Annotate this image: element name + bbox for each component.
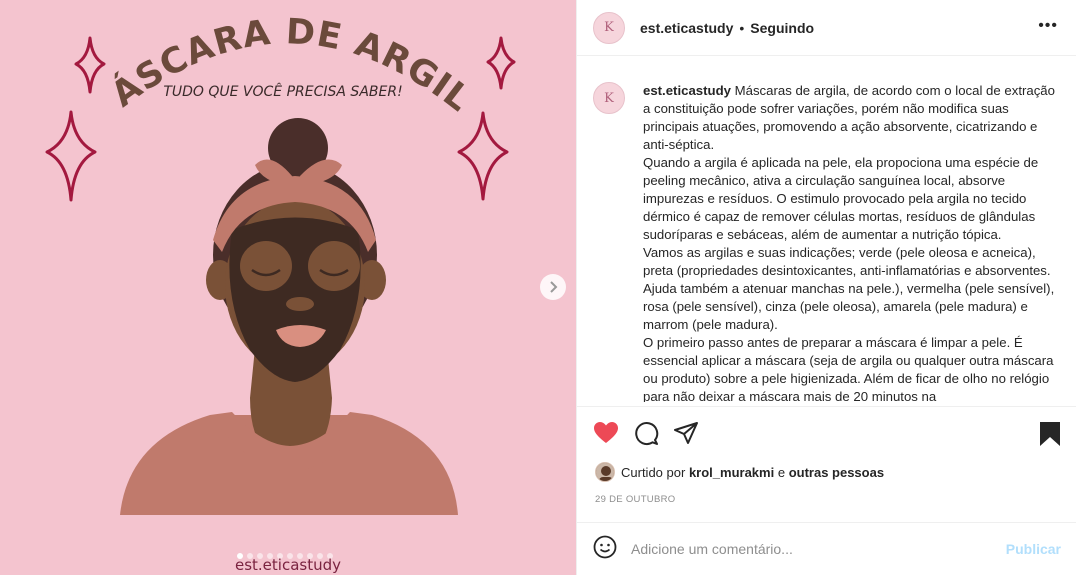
- caption-username[interactable]: est.eticastudy: [643, 83, 731, 98]
- person-avatar-icon: [596, 463, 614, 481]
- sparkle-icon: [74, 36, 106, 94]
- likes-prefix: Curtido por: [621, 464, 686, 480]
- like-button[interactable]: [593, 421, 619, 450]
- follow-status-button[interactable]: Seguindo: [750, 20, 814, 36]
- comment-button[interactable]: [634, 421, 659, 451]
- more-options-icon[interactable]: •••: [1038, 17, 1058, 35]
- likes-summary: Curtido por krol_murakmi e outras pessoa…: [595, 462, 884, 482]
- bookmark-filled-icon: [1040, 422, 1060, 446]
- sparkle-icon: [457, 111, 509, 201]
- post-date[interactable]: 29 DE OUTUBRO: [595, 494, 675, 505]
- post-side-panel: K est.eticastudy • Seguindo ••• K est.et…: [576, 0, 1076, 575]
- share-button[interactable]: [674, 421, 699, 450]
- comment-bar: Publicar: [577, 522, 1076, 575]
- post-illustration: MÁSCARA DE ARGILA TUDO QUE VOCÊ PRECISA …: [0, 0, 516, 515]
- emoji-icon: [593, 535, 617, 558]
- caption-paragraph: Vamos as argilas e suas indicações; verd…: [643, 245, 1055, 332]
- image-subtitle: TUDO QUE VOCÊ PRECISA SABER!: [163, 82, 402, 100]
- post-header: K est.eticastudy • Seguindo •••: [577, 0, 1076, 56]
- sparkle-icon: [45, 110, 97, 202]
- likes-conjunction: e: [777, 464, 786, 480]
- action-bar: [577, 406, 1076, 458]
- caption-paragraph: O primeiro passo antes de preparar a más…: [643, 335, 1054, 402]
- caption-text: est.eticastudy Máscaras de argila, de ac…: [643, 72, 1063, 402]
- save-button[interactable]: [1039, 421, 1061, 452]
- liker-avatar[interactable]: [595, 462, 615, 482]
- caption-avatar[interactable]: K: [593, 82, 625, 114]
- image-title: MÁSCARA DE ARGILA: [0, 0, 478, 120]
- image-title-path: MÁSCARA DE ARGILA: [0, 0, 477, 120]
- image-watermark: est.eticastudy: [234, 556, 341, 574]
- chevron-right-icon: [550, 281, 558, 293]
- header-separator: •: [739, 19, 745, 36]
- sparkle-icon: [486, 36, 516, 90]
- heart-filled-icon: [594, 422, 618, 443]
- caption-paragraph: Quando a argila é aplicada na pele, ela …: [643, 155, 1039, 242]
- caption-scroll-area[interactable]: K est.eticastudy Máscaras de argila, de …: [593, 72, 1063, 402]
- header-username[interactable]: est.eticastudy: [640, 20, 733, 36]
- share-icon: [674, 422, 698, 444]
- carousel-next-button[interactable]: [540, 274, 566, 300]
- liker-username[interactable]: krol_murakmi: [689, 465, 774, 480]
- likes-others-link[interactable]: outras pessoas: [789, 465, 884, 480]
- emoji-button[interactable]: [593, 535, 617, 564]
- publish-button[interactable]: Publicar: [1006, 541, 1061, 557]
- post-image[interactable]: MÁSCARA DE ARGILA TUDO QUE VOCÊ PRECISA …: [0, 0, 576, 575]
- avatar[interactable]: K: [593, 11, 625, 44]
- comment-icon: [635, 422, 659, 445]
- comment-input[interactable]: [631, 541, 991, 557]
